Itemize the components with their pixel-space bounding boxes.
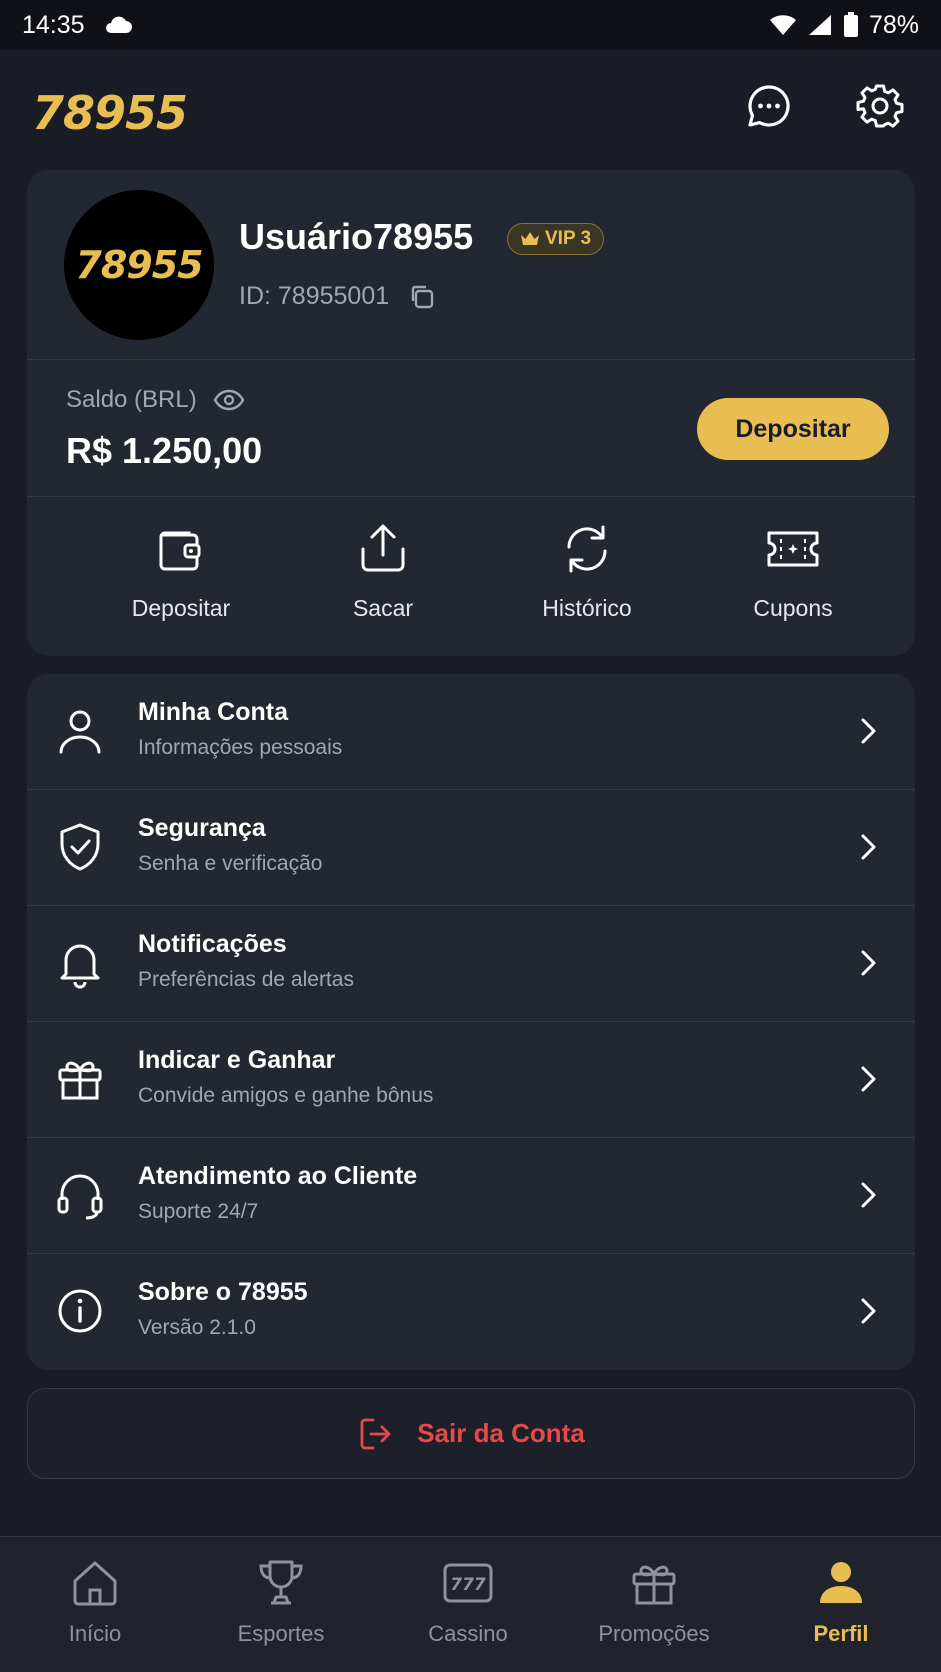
nav-label: Esportes [237, 1621, 325, 1646]
menu-item-refer[interactable]: Indicar e Ganhar Convide amigos e ganhe … [27, 1022, 915, 1138]
status-time: 14:35 [22, 10, 85, 39]
person-icon [820, 1562, 862, 1603]
gift-icon [632, 1565, 676, 1605]
user-id: ID: 78955001 [239, 282, 390, 310]
ticket-icon [767, 531, 819, 567]
cloud-icon [105, 16, 132, 33]
status-bar: 14:35 78% [0, 0, 941, 50]
chevron-right-icon [861, 1066, 876, 1092]
slot-machine-icon: 777 [443, 1563, 493, 1603]
brand-logo[interactable]: 78955 [32, 86, 188, 140]
menu-title: Notificações [138, 930, 287, 958]
shield-icon [60, 823, 100, 871]
chevron-right-icon [861, 1182, 876, 1208]
signal-icon [808, 15, 831, 35]
action-deposit[interactable]: Depositar [79, 497, 283, 647]
action-coupons[interactable]: Cupons [691, 497, 895, 647]
menu-subtitle: Convide amigos e ganhe bônus [138, 1084, 434, 1107]
bell-icon [60, 944, 100, 989]
quick-actions: Depositar Sacar Histórico Cupons [27, 497, 915, 647]
gift-icon [58, 1061, 102, 1100]
action-label: Histórico [542, 595, 632, 621]
home-icon [73, 1561, 117, 1606]
action-label: Sacar [352, 595, 414, 621]
action-history[interactable]: Histórico [485, 497, 689, 647]
divider [27, 359, 915, 360]
trophy-icon [259, 1560, 303, 1605]
nav-item-home[interactable]: Início [1, 1537, 189, 1672]
refresh-icon [567, 525, 607, 573]
gear-icon[interactable] [856, 82, 904, 130]
nav-label: Promoções [598, 1621, 710, 1646]
action-withdraw[interactable]: Sacar [281, 497, 485, 647]
avatar[interactable]: 78955 [64, 190, 214, 340]
battery-icon [843, 12, 858, 37]
menu-title: Sobre o 78955 [138, 1278, 308, 1306]
profile-card: 78955 Usuário78955 VIP 3 ID: 78955001 Sa… [27, 170, 915, 656]
menu-subtitle: Suporte 24/7 [138, 1200, 259, 1223]
info-icon [58, 1289, 102, 1333]
chevron-right-icon [861, 1298, 876, 1324]
nav-label: Perfil [813, 1621, 869, 1646]
chevron-right-icon [861, 834, 876, 860]
user-id-row: ID: 78955001 [239, 282, 435, 311]
headset-icon [57, 1174, 103, 1220]
menu-item-notifications[interactable]: Notificações Preferências de alertas [27, 906, 915, 1022]
chat-icon[interactable] [745, 82, 793, 130]
crown-icon [521, 232, 539, 245]
logout-button[interactable]: Sair da Conta [27, 1388, 915, 1479]
eye-icon[interactable] [213, 389, 245, 411]
menu-title: Minha Conta [138, 698, 288, 726]
nav-item-profile[interactable]: Perfil [747, 1537, 935, 1672]
nav-item-casino[interactable]: 777 Cassino [374, 1537, 562, 1672]
action-label: Depositar [131, 595, 231, 621]
upload-icon [361, 524, 405, 572]
user-icon [59, 710, 101, 754]
vip-badge: VIP 3 [507, 223, 605, 255]
menu-item-support[interactable]: Atendimento ao Cliente Suporte 24/7 [27, 1138, 915, 1254]
wifi-icon [769, 15, 796, 35]
balance-label-row: Saldo (BRL) [66, 386, 245, 414]
menu-subtitle: Informações pessoais [138, 736, 343, 759]
menu-subtitle: Senha e verificação [138, 852, 323, 875]
menu-item-security[interactable]: Segurança Senha e verificação [27, 790, 915, 906]
menu-subtitle: Preferências de alertas [138, 968, 354, 991]
vip-label: VIP 3 [545, 228, 592, 249]
menu-title: Segurança [138, 814, 266, 842]
username: Usuário78955 [239, 216, 474, 257]
nav-item-sports[interactable]: Esportes [187, 1537, 375, 1672]
bottom-navigation: Início Esportes 777 Cassino Promoções Pe… [0, 1536, 941, 1672]
balance-label: Saldo (BRL) [66, 386, 197, 413]
menu-title: Atendimento ao Cliente [138, 1162, 418, 1190]
menu-subtitle: Versão 2.1.0 [138, 1316, 256, 1339]
nav-label: Cassino [428, 1621, 508, 1646]
battery-percent: 78% [868, 10, 919, 39]
copy-icon[interactable] [409, 284, 435, 310]
menu-title: Indicar e Ganhar [138, 1046, 336, 1074]
nav-item-promotions[interactable]: Promoções [560, 1537, 748, 1672]
wallet-icon [159, 531, 201, 571]
logout-label: Sair da Conta [417, 1418, 585, 1448]
logout-icon [360, 1418, 391, 1449]
settings-menu: Minha Conta Informações pessoais Seguran… [27, 674, 915, 1370]
nav-label: Início [68, 1621, 122, 1646]
balance-value: R$ 1.250,00 [66, 430, 263, 471]
deposit-button[interactable]: Depositar [697, 398, 889, 460]
action-label: Cupons [753, 595, 833, 621]
menu-item-my-account[interactable]: Minha Conta Informações pessoais [27, 674, 915, 790]
chevron-right-icon [861, 950, 876, 976]
menu-item-about[interactable]: Sobre o 78955 Versão 2.1.0 [27, 1254, 915, 1370]
chevron-right-icon [861, 718, 876, 744]
svg-text:777: 777 [450, 1575, 486, 1595]
app-header: 78955 [0, 50, 941, 168]
